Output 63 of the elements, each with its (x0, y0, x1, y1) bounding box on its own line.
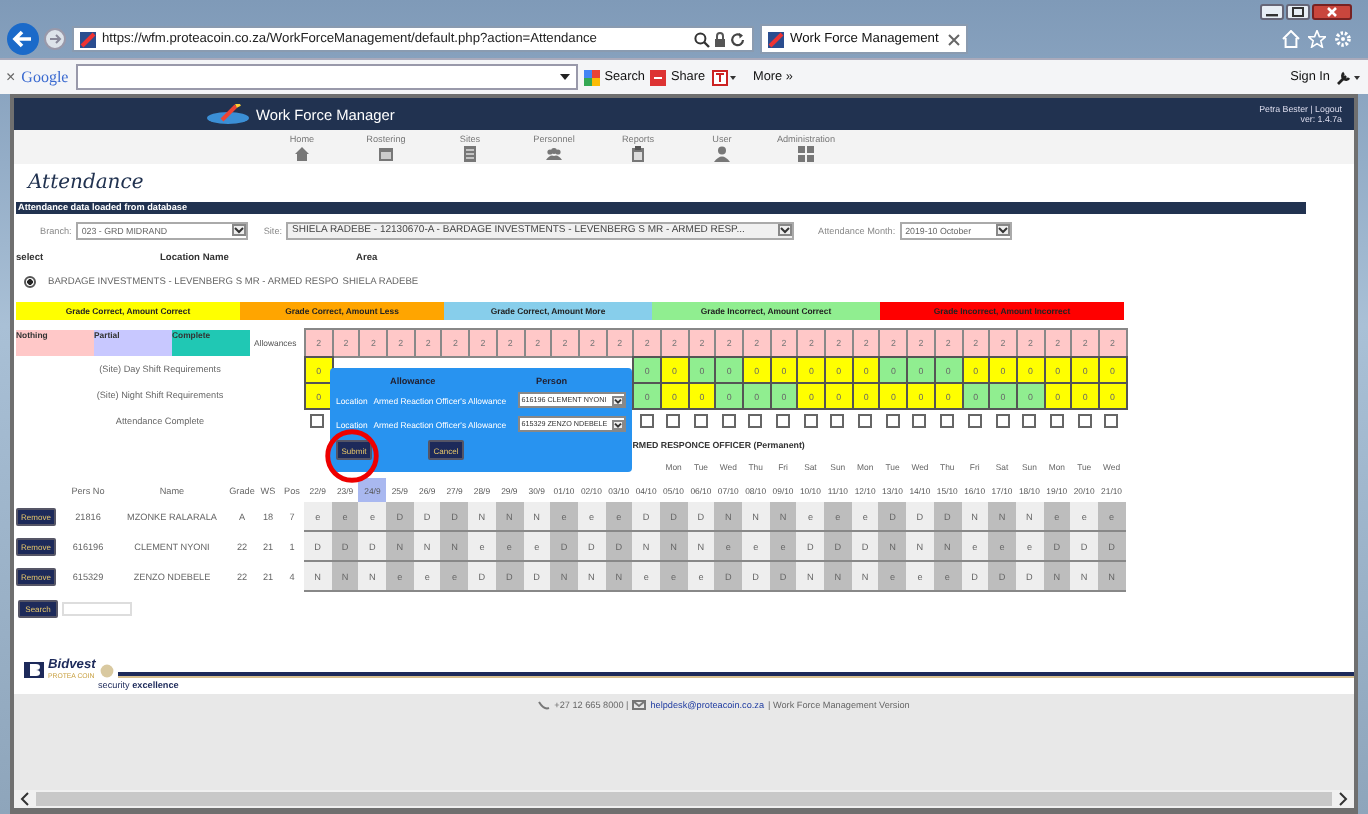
share-icon (650, 69, 667, 85)
b-mark-icon (24, 662, 44, 678)
checkbox[interactable] (748, 414, 763, 428)
checkbox[interactable] (912, 414, 927, 428)
home-icon[interactable] (1282, 30, 1300, 48)
maximize-icon[interactable] (1286, 4, 1310, 20)
search-icon[interactable] (694, 31, 710, 47)
minimize-icon[interactable] (1260, 4, 1284, 20)
scroll-left-icon[interactable] (20, 792, 30, 806)
dropdown-arrow-icon (231, 224, 246, 236)
horizontal-scrollbar[interactable] (14, 790, 1354, 808)
close-icon[interactable] (948, 33, 960, 45)
dropdown-arrow-icon (612, 419, 624, 429)
document-icon (462, 146, 478, 162)
close-button[interactable]: × (6, 68, 16, 86)
checkbox[interactable] (1077, 414, 1092, 428)
refresh-icon[interactable] (730, 31, 746, 47)
checkbox[interactable] (693, 414, 708, 428)
checkbox[interactable] (776, 414, 791, 428)
dropdown-arrow-icon (995, 224, 1010, 236)
checkbox[interactable] (1049, 414, 1064, 428)
checkbox[interactable] (666, 414, 681, 428)
lock-icon (714, 31, 726, 47)
coin-icon (99, 663, 114, 677)
site-logo-icon (80, 31, 96, 47)
translate-icon[interactable] (711, 69, 736, 85)
highlight-circle (324, 428, 380, 484)
scroll-right-icon[interactable] (1338, 792, 1348, 806)
radio-button[interactable] (24, 276, 36, 288)
grid-icon (798, 146, 814, 162)
site-logo-icon (768, 31, 784, 47)
dropdown-arrow-icon (560, 74, 571, 80)
page-title: Attendance (24, 170, 146, 198)
checkbox[interactable] (830, 414, 845, 428)
settings-icon[interactable] (1334, 30, 1352, 48)
search-logo-icon (584, 69, 601, 85)
dropdown-arrow-icon (778, 224, 793, 236)
phone-icon (538, 700, 551, 710)
checkbox[interactable] (639, 414, 654, 428)
checkbox[interactable] (967, 414, 982, 428)
home-icon (294, 146, 310, 162)
search-field[interactable] (76, 64, 579, 90)
star-icon[interactable] (1308, 30, 1326, 48)
checkbox[interactable] (858, 414, 873, 428)
calendar-icon (378, 146, 394, 162)
checkbox[interactable] (885, 414, 900, 428)
checkbox[interactable] (995, 414, 1010, 428)
checkbox[interactable] (803, 414, 818, 428)
people-icon (546, 146, 562, 162)
app-logo-icon (206, 104, 250, 124)
mail-icon (632, 700, 647, 710)
person-icon (714, 146, 730, 162)
checkbox[interactable] (940, 414, 955, 428)
forward-arrow-icon[interactable] (44, 28, 66, 50)
google-logo: Google (21, 68, 69, 86)
wrench-icon[interactable] (1336, 69, 1360, 85)
clipboard-icon (630, 146, 646, 162)
checkbox[interactable] (1022, 414, 1037, 428)
checkbox[interactable] (721, 414, 736, 428)
checkbox[interactable] (310, 414, 325, 428)
close-icon[interactable] (1312, 4, 1352, 20)
dropdown-arrow-icon (612, 395, 624, 405)
checkbox[interactable] (1104, 414, 1119, 428)
